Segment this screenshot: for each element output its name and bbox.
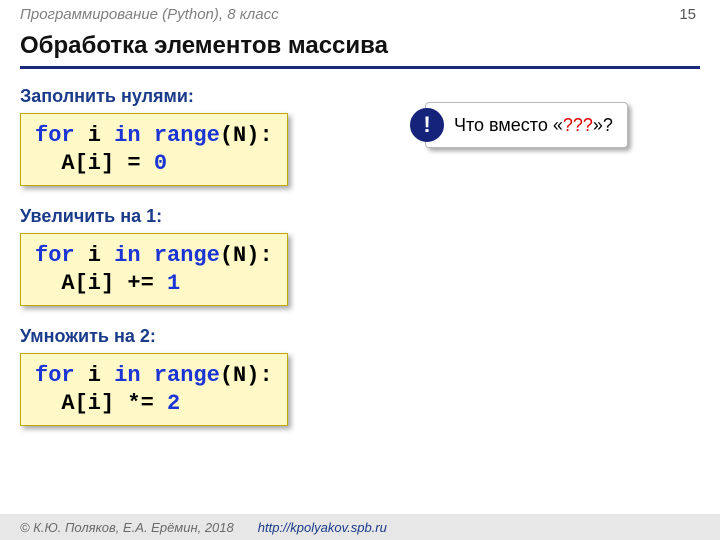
callout-prefix: Что вместо «	[454, 115, 563, 135]
code-text: (N):	[220, 243, 273, 268]
code-kw: for	[35, 363, 75, 388]
breadcrumb: Программирование (Python), 8 класс	[20, 6, 279, 23]
code-fn: range	[154, 243, 220, 268]
code-text	[141, 243, 154, 268]
code-kw: in	[114, 363, 140, 388]
subhead-mul-two: Умножить на 2:	[20, 326, 700, 347]
code-id: i	[75, 243, 115, 268]
exclaim-icon: !	[410, 108, 444, 142]
code-text	[141, 123, 154, 148]
code-text: (N):	[220, 123, 273, 148]
page-number: 15	[679, 6, 696, 23]
callout-text: Что вместо «???»?	[454, 115, 613, 136]
callout-suffix: »?	[593, 115, 613, 135]
footer-copyright: © К.Ю. Поляков, Е.А. Ерёмин, 2018	[20, 520, 234, 535]
code-text: A[i] =	[35, 151, 154, 176]
code-kw: for	[35, 123, 75, 148]
code-fn: range	[154, 123, 220, 148]
code-num: 2	[167, 391, 180, 416]
code-kw: in	[114, 123, 140, 148]
code-kw: in	[114, 243, 140, 268]
codebox-mul-two: for i in range(N): A[i] *= 2	[20, 353, 288, 426]
codebox-fill-zeros: for i in range(N): A[i] = 0	[20, 113, 288, 186]
code-num: 0	[154, 151, 167, 176]
code-kw: for	[35, 243, 75, 268]
callout-hilite: ???	[563, 115, 593, 135]
code-text: A[i] *=	[35, 391, 167, 416]
footer-url: http://kpolyakov.spb.ru	[258, 520, 387, 535]
page-title: Обработка элементов массива	[20, 32, 388, 60]
footer: © К.Ю. Поляков, Е.А. Ерёмин, 2018 http:/…	[0, 514, 720, 540]
code-text: A[i] +=	[35, 271, 167, 296]
code-fn: range	[154, 363, 220, 388]
title-rule	[20, 66, 700, 69]
callout: ! Что вместо «???»?	[425, 102, 628, 148]
subhead-inc-one: Увеличить на 1:	[20, 206, 700, 227]
code-id: i	[75, 363, 115, 388]
code-text	[141, 363, 154, 388]
code-id: i	[75, 123, 115, 148]
code-text: (N):	[220, 363, 273, 388]
code-num: 1	[167, 271, 180, 296]
codebox-inc-one: for i in range(N): A[i] += 1	[20, 233, 288, 306]
slide: Программирование (Python), 8 класс 15 Об…	[0, 0, 720, 540]
